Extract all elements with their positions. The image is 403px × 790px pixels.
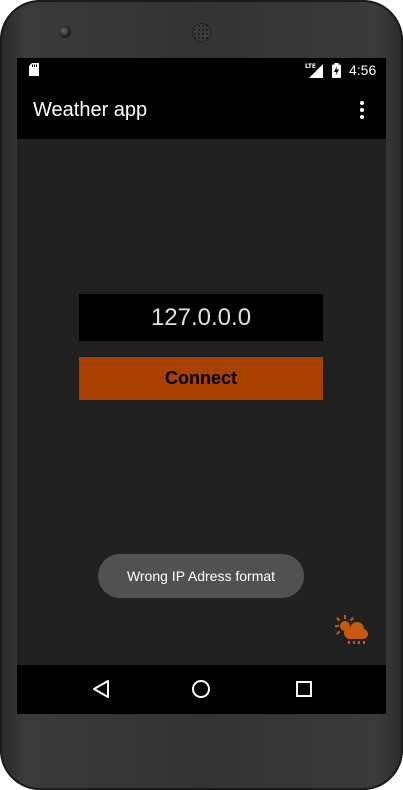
back-icon[interactable] <box>89 677 113 701</box>
overflow-menu-icon[interactable] <box>350 99 374 123</box>
status-clock: 4:56 <box>349 62 377 78</box>
navigation-bar <box>17 665 386 714</box>
svg-text:LTE: LTE <box>305 63 316 70</box>
ip-address-input[interactable] <box>79 294 323 341</box>
phone-frame: LTE 4:56 Weather app Connect Wrong IP Ad… <box>0 0 403 790</box>
status-bar: LTE 4:56 <box>17 58 386 82</box>
connect-button[interactable]: Connect <box>79 357 323 400</box>
front-camera <box>59 26 71 38</box>
error-toast: Wrong IP Adress format <box>98 554 304 598</box>
toast-message: Wrong IP Adress format <box>126 568 276 584</box>
home-icon[interactable] <box>189 677 213 701</box>
battery-charging-icon <box>332 63 341 78</box>
sd-card-icon <box>29 63 39 76</box>
recent-apps-icon[interactable] <box>292 677 316 701</box>
app-bar: Weather app <box>17 82 386 139</box>
earpiece-speaker <box>193 24 210 41</box>
lte-signal-icon: LTE <box>305 63 323 78</box>
app-title: Weather app <box>33 99 148 121</box>
screen: LTE 4:56 Weather app Connect Wrong IP Ad… <box>17 58 386 714</box>
weather-cloud-sun-rain-icon[interactable] <box>333 613 369 649</box>
